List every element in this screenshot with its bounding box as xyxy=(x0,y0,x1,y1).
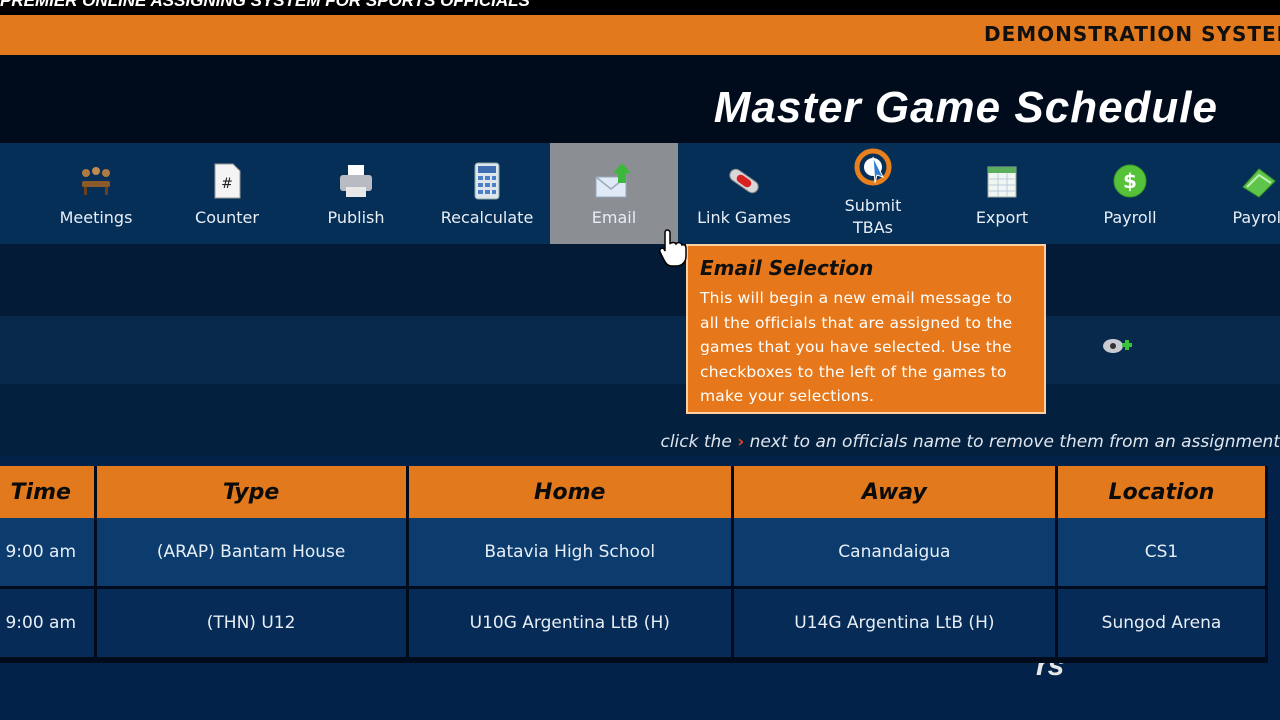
export-icon xyxy=(987,166,1017,198)
brand-name: PREMIER ONLINE ASSIGNING SYSTEM FOR SPOR… xyxy=(0,0,530,10)
export-button[interactable]: Export xyxy=(937,143,1067,244)
submit-tbas-button[interactable]: Submit TBAs xyxy=(808,143,938,244)
counter-icon: # xyxy=(214,163,241,199)
heading-strip: rs xyxy=(0,316,1280,682)
dollar-icon: $ xyxy=(1113,164,1147,198)
submit-tba-icon xyxy=(854,148,892,186)
counter-button[interactable]: # Counter xyxy=(162,143,292,244)
brand-bar: PREMIER ONLINE ASSIGNING SYSTEM FOR SPOR… xyxy=(0,0,1280,15)
link-games-button[interactable]: Link Games xyxy=(679,143,809,244)
filter-strip xyxy=(0,244,1280,316)
cell-home: Batavia High School xyxy=(407,518,734,589)
table-row[interactable]: 9:00 am (ARAP) Bantam House Batavia High… xyxy=(0,518,1269,589)
col-type[interactable]: Type xyxy=(95,466,409,518)
col-location[interactable]: Location xyxy=(1056,466,1269,518)
col-away[interactable]: Away xyxy=(732,466,1058,518)
schedule-table: Time Type Home Away Location 9:00 am (AR… xyxy=(0,466,1269,663)
remove-x-icon: › xyxy=(737,432,745,452)
printer-icon xyxy=(340,165,372,197)
add-official-icon[interactable] xyxy=(1100,334,1134,358)
toolbar: Meetings # Counter Publish Recalculate E… xyxy=(0,143,1280,244)
money-icon xyxy=(1242,168,1276,198)
cell-type: (ARAP) Bantam House xyxy=(95,518,409,589)
link-icon xyxy=(729,168,759,194)
publish-label: Publish xyxy=(327,208,385,227)
cell-time: 9:00 am xyxy=(0,518,97,589)
svg-text:$: $ xyxy=(1123,169,1137,193)
cell-home: U10G Argentina LtB (H) xyxy=(407,587,734,663)
col-home[interactable]: Home xyxy=(407,466,734,518)
remove-hint: click the › next to an officials name to… xyxy=(660,432,1280,452)
payroll-2-button[interactable]: Payroll xyxy=(1194,143,1280,244)
svg-text:#: # xyxy=(221,176,233,192)
table-row[interactable]: 9:00 am (THN) U12 U10G Argentina LtB (H)… xyxy=(0,587,1269,663)
recalculate-button[interactable]: Recalculate xyxy=(422,143,552,244)
title-bar: Master Game Schedule xyxy=(0,55,1280,143)
table-header-row: Time Type Home Away Location xyxy=(0,466,1269,518)
meetings-icon xyxy=(82,167,110,195)
email-tooltip: Email Selection This will begin a new em… xyxy=(686,244,1046,414)
tooltip-title: Email Selection xyxy=(700,256,874,280)
export-label: Export xyxy=(975,208,1029,227)
recalculate-label: Recalculate xyxy=(440,208,534,227)
counter-label: Counter xyxy=(195,208,259,227)
payroll-label: Payroll xyxy=(1103,208,1157,227)
payroll-button[interactable]: $ Payroll xyxy=(1065,143,1195,244)
submit-tbas-label: Submit TBAs xyxy=(844,196,902,237)
meetings-button[interactable]: Meetings xyxy=(31,143,161,244)
cell-location: CS1 xyxy=(1056,518,1269,589)
link-games-label: Link Games xyxy=(697,208,791,227)
demo-banner-bar: DEMONSTRATION SYSTEM xyxy=(0,15,1280,55)
calculator-icon xyxy=(474,162,500,200)
email-label: Email xyxy=(591,208,637,227)
cell-away: Canandaigua xyxy=(732,518,1058,589)
publish-button[interactable]: Publish xyxy=(291,143,421,244)
hand-cursor-icon xyxy=(659,229,687,267)
payroll-2-label: Payroll xyxy=(1232,208,1280,227)
page-title: Master Game Schedule xyxy=(713,83,1218,132)
cell-location: Sungod Arena xyxy=(1056,587,1269,663)
col-time[interactable]: Time xyxy=(0,466,97,518)
cell-time: 9:00 am xyxy=(0,587,97,663)
meetings-label: Meetings xyxy=(59,208,133,227)
tooltip-body: This will begin a new email message to a… xyxy=(700,289,1013,405)
demo-banner: DEMONSTRATION SYSTEM xyxy=(984,22,1280,46)
email-icon xyxy=(595,163,631,198)
cell-away: U14G Argentina LtB (H) xyxy=(732,587,1058,663)
cell-type: (THN) U12 xyxy=(95,587,409,663)
